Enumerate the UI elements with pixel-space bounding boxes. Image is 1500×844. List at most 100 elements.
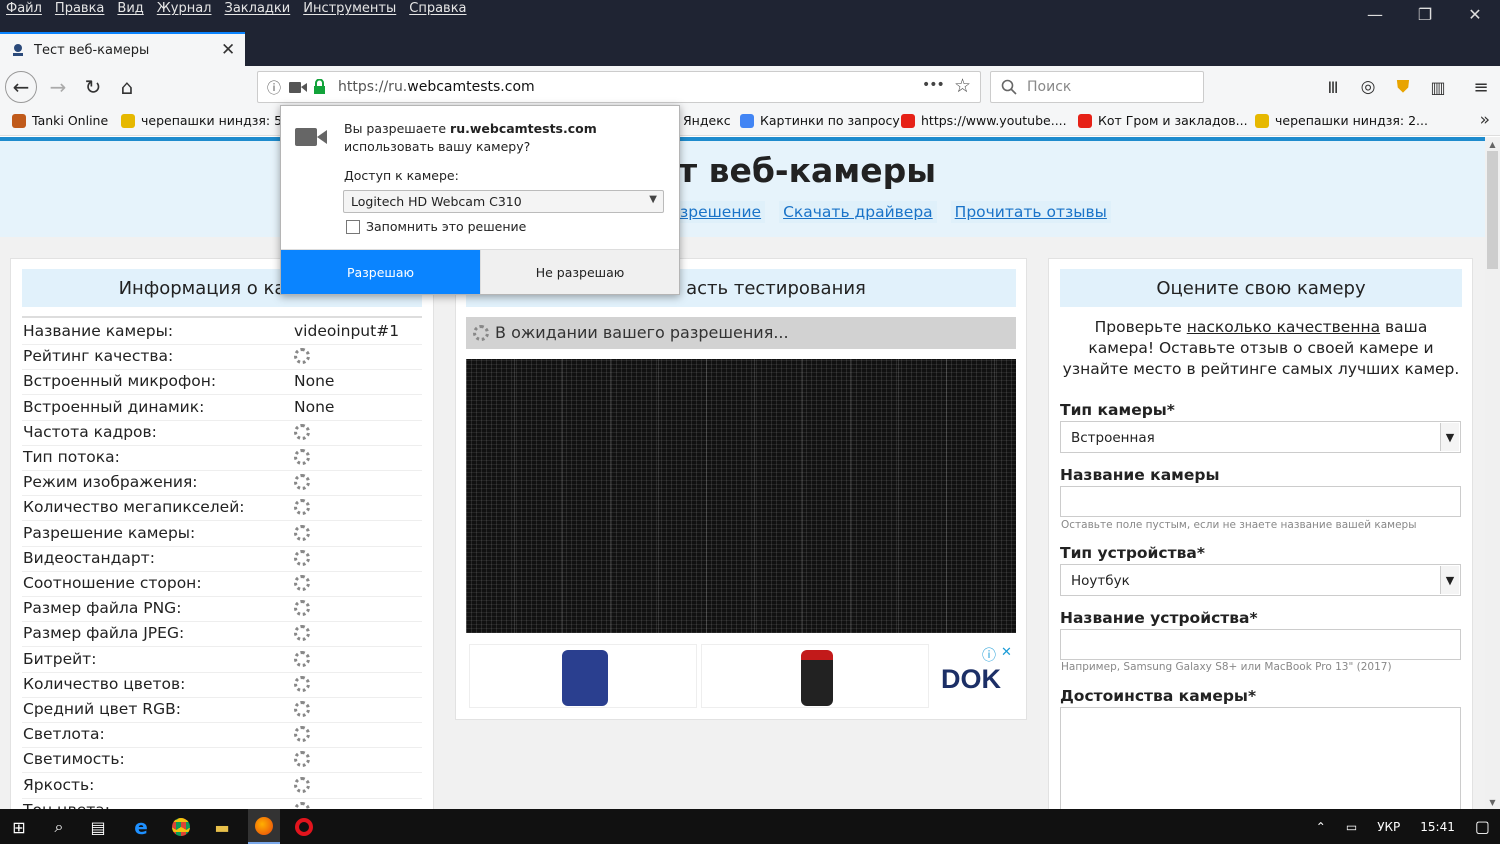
bookmark-item[interactable]: черепашки ниндзя: 5 ...	[121, 113, 298, 128]
file-explorer-icon[interactable]: ▬	[209, 814, 235, 840]
search-input[interactable]: Поиск	[990, 71, 1204, 103]
url-bar[interactable]: ⓘ https://ru.webcamtests.com ••• ☆	[257, 71, 981, 103]
restore-button[interactable]: ❐	[1400, 0, 1450, 28]
minimize-button[interactable]: —	[1350, 0, 1400, 28]
info-value	[294, 524, 310, 545]
notifications-icon[interactable]: ▢	[1465, 817, 1500, 836]
windows-start-icon[interactable]: ⊞	[6, 814, 32, 840]
camera-info-row: Частота кадров:	[22, 421, 422, 446]
menu-item[interactable]: Файл	[6, 1, 42, 16]
camera-name-label: Название камеры	[1060, 466, 1220, 484]
forward-button[interactable]: →	[42, 71, 74, 103]
loading-spinner-icon	[473, 325, 489, 341]
oil-bottle-image	[801, 650, 833, 706]
permission-host: ru.webcamtests.com	[450, 121, 597, 136]
info-key: Количество цветов:	[23, 674, 186, 693]
url-host: webcamtests.com	[407, 79, 535, 95]
loading-spinner-icon	[294, 474, 310, 491]
bookmark-label: Яндекс	[683, 113, 731, 128]
bookmark-item[interactable]: Кот Гром и закладов...	[1078, 113, 1248, 128]
tab-bar: Тест веб-камеры ✕ +	[0, 30, 1500, 92]
info-key: Соотношение сторон:	[23, 574, 202, 592]
menu-item[interactable]: Закладки	[225, 1, 291, 16]
info-value	[294, 599, 310, 620]
language-indicator[interactable]: УКР	[1367, 820, 1410, 834]
info-key: Разрешение камеры:	[23, 523, 196, 542]
chevron-down-icon: ▼	[1440, 566, 1459, 594]
camera-info-row: Размер файла JPEG:	[22, 622, 422, 648]
bookmark-item[interactable]: Tanki Online	[12, 113, 108, 128]
remember-decision[interactable]: Запомнить это решение	[346, 219, 526, 234]
device-name-field[interactable]	[1060, 629, 1461, 660]
camera-info-row: Встроенный микрофон: None	[22, 370, 422, 396]
camera-info-row: Битрейт:	[22, 648, 422, 673]
window-controls: — ❐ ✕	[1350, 0, 1500, 28]
clock[interactable]: 15:41	[1410, 820, 1465, 834]
home-button[interactable]: ⌂	[111, 71, 143, 103]
chrome-icon[interactable]	[168, 814, 194, 840]
youtube-icon	[1078, 113, 1092, 128]
ad-brand-logo[interactable]: DOK	[941, 664, 1001, 695]
ad-info-icon[interactable]: ⓘ	[982, 645, 996, 665]
firefox-icon[interactable]	[248, 809, 280, 844]
loading-spinner-icon	[294, 776, 310, 793]
camera-device-select[interactable]: Logitech HD Webcam C310 ▼	[343, 190, 664, 213]
bookmark-star-icon[interactable]: ☆	[954, 75, 971, 97]
bookmark-label: черепашки ниндзя: 2...	[1275, 113, 1428, 128]
device-type-select[interactable]: Ноутбук ▼	[1060, 564, 1461, 596]
close-window-button[interactable]: ✕	[1450, 0, 1500, 28]
camera-icon	[295, 128, 327, 146]
camera-info-row: Видеостандарт:	[22, 547, 422, 572]
tab-webcam-test[interactable]: Тест веб-камеры ✕	[0, 32, 245, 66]
search-icon[interactable]: ⌕	[46, 814, 72, 840]
bookmarks-overflow-icon[interactable]: »	[1480, 110, 1490, 130]
camera-info-row: Название камеры: videoinput#1	[22, 320, 422, 345]
ad-card-2[interactable]	[701, 644, 929, 708]
opera-icon[interactable]	[291, 814, 317, 840]
info-icon[interactable]: ⓘ	[267, 78, 281, 98]
edge-icon[interactable]: e	[128, 814, 154, 840]
back-button[interactable]: ←	[5, 71, 37, 103]
bookmark-item[interactable]: черепашки ниндзя: 2...	[1255, 113, 1428, 128]
sidebar-toggle-icon[interactable]: ▥	[1422, 71, 1454, 103]
menu-item[interactable]: Справка	[409, 1, 466, 16]
bookmark-item[interactable]: Картинки по запросу	[740, 113, 900, 128]
merits-textarea[interactable]	[1060, 707, 1461, 809]
library-icon[interactable]: Ⅲ	[1317, 71, 1349, 103]
chevron-up-icon[interactable]: ⌃	[1306, 820, 1336, 834]
sync-icon[interactable]: ◎	[1352, 71, 1384, 103]
info-key: Видеостандарт:	[23, 548, 155, 567]
camera-permission-icon[interactable]	[289, 81, 307, 94]
tab-close-icon[interactable]: ✕	[221, 40, 245, 60]
scroll-down-icon[interactable]: ▼	[1485, 795, 1500, 809]
hamburger-menu-icon[interactable]: ≡	[1465, 71, 1497, 103]
info-value	[294, 347, 310, 368]
shield-addon-icon[interactable]: ⛊	[1387, 71, 1419, 103]
menu-item[interactable]: Правка	[55, 1, 104, 16]
menu-item[interactable]: Журнал	[157, 1, 212, 16]
ad-close-icon[interactable]: ✕	[1001, 645, 1012, 660]
link-read-reviews[interactable]: Прочитать отзывы	[950, 201, 1111, 223]
remember-checkbox[interactable]	[346, 219, 360, 234]
network-icon[interactable]: ▭	[1336, 820, 1367, 834]
camera-type-select[interactable]: Встроенная ▼	[1060, 421, 1461, 453]
bookmark-item[interactable]: https://www.youtube....	[901, 113, 1067, 128]
task-view-icon[interactable]: ▤	[85, 814, 111, 840]
menu-item[interactable]: Вид	[117, 1, 143, 16]
menu-item[interactable]: Инструменты	[303, 1, 396, 16]
scroll-up-icon[interactable]: ▲	[1485, 137, 1500, 151]
link-download-drivers[interactable]: Скачать драйвера	[779, 201, 937, 223]
reload-button[interactable]: ↻	[77, 71, 109, 103]
link-permission[interactable]: зрешение	[676, 201, 766, 223]
ad-card-1[interactable]	[469, 644, 697, 708]
quality-link[interactable]: насколько качественна	[1187, 318, 1380, 336]
allow-button[interactable]: Разрешаю	[281, 250, 480, 294]
deny-button[interactable]: Не разрешаю	[480, 250, 679, 294]
camera-type-value: Встроенная	[1071, 430, 1155, 446]
scroll-thumb[interactable]	[1487, 151, 1498, 269]
camera-info-row: Тон цвета:	[22, 799, 422, 809]
page-scrollbar[interactable]: ▲ ▼	[1485, 137, 1500, 809]
info-key: Яркость:	[23, 775, 95, 794]
camera-name-field[interactable]	[1060, 486, 1461, 517]
page-actions-icon[interactable]: •••	[922, 77, 945, 93]
